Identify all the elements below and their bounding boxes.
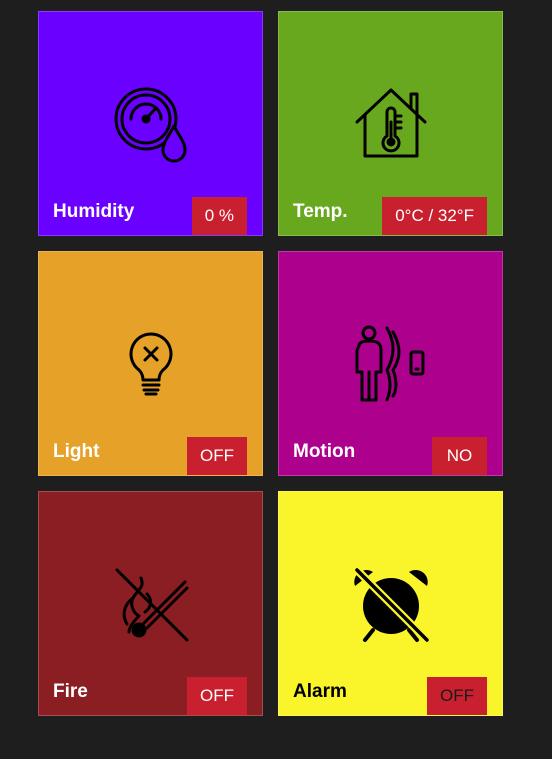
lightbulb-off-icon: [111, 324, 191, 404]
tile-temp[interactable]: Temp. 0°C / 32°F: [278, 11, 503, 236]
tile-fire[interactable]: Fire OFF: [38, 491, 263, 716]
status-badge: OFF: [187, 437, 247, 475]
alarm-off-icon: [351, 564, 431, 644]
status-badge: 0 %: [191, 197, 247, 235]
status-badge: OFF: [187, 677, 247, 715]
tile-humidity[interactable]: Humidity 0 %: [38, 11, 263, 236]
status-badge: OFF: [427, 677, 487, 715]
tile-label: Humidity: [53, 201, 135, 222]
tile-light[interactable]: Light OFF: [38, 251, 263, 476]
tile-label: Light: [53, 441, 100, 462]
tile-alarm[interactable]: Alarm OFF: [278, 491, 503, 716]
fire-off-icon: [111, 564, 191, 644]
tile-motion[interactable]: Motion NO: [278, 251, 503, 476]
tile-label: Alarm: [293, 681, 347, 702]
dashboard-grid: Humidity 0 % Temp. 0°C / 32°F Light OFF …: [38, 11, 503, 716]
humidity-gauge-icon: [111, 84, 191, 164]
tile-label: Fire: [53, 681, 88, 702]
motion-sensor-icon: [351, 324, 431, 404]
status-badge: NO: [432, 437, 487, 475]
tile-label: Temp.: [293, 201, 348, 222]
tile-label: Motion: [293, 441, 356, 462]
house-thermometer-icon: [351, 84, 431, 164]
status-badge: 0°C / 32°F: [382, 197, 487, 235]
